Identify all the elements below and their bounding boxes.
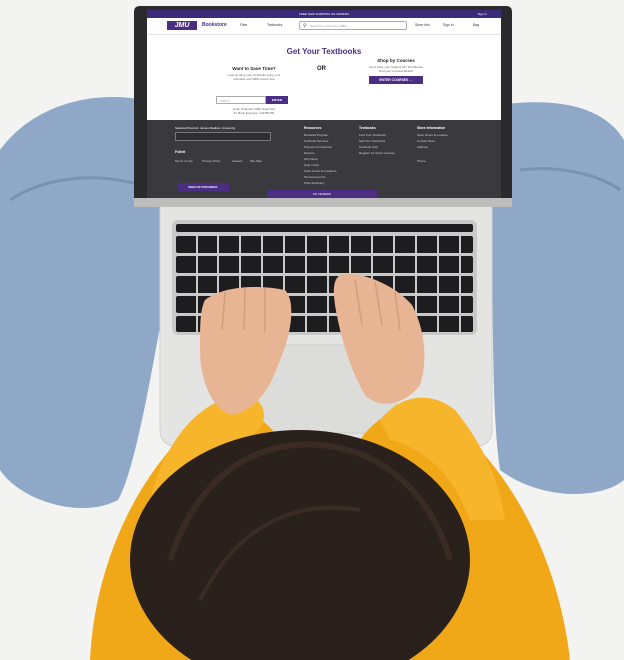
shop-courses-sub-2: Find your Courses Below! <box>378 69 414 73</box>
nav-sign-in[interactable]: Sign In <box>443 23 454 27</box>
footer-col2-item[interactable]: Sell Your Textbooks <box>359 139 385 143</box>
footer-col3-title: Store Information <box>417 126 446 130</box>
footer-col3-item[interactable]: Contact Store <box>417 139 435 143</box>
isbn-note-2: for Book Example: 123456789 <box>233 111 275 115</box>
footer-col1-item[interactable]: Returns <box>304 151 315 155</box>
promo-bar: FREE SHIP SHIPPING ON ORDERS Sign In <box>147 10 501 18</box>
footer-col1-item[interactable]: Help / FAQ <box>304 163 319 167</box>
footer-col1-item[interactable]: Tax Exempt Info <box>304 175 326 179</box>
nav-textbooks[interactable]: Textbooks <box>267 23 282 27</box>
brand-name[interactable]: Bookstore <box>202 22 227 28</box>
hero-title: Get Your Textbooks <box>286 47 362 56</box>
laptop-hinge <box>134 198 512 207</box>
signup-email-button[interactable]: SIGN UP FOR EMAIL <box>177 183 229 191</box>
footer-col2-title: Textbooks <box>359 126 376 130</box>
promo-text: FREE SHIP SHIPPING ON ORDERS <box>299 12 349 16</box>
footer-col1-item[interactable]: Rewards Program <box>304 133 328 137</box>
footer-col1-item[interactable]: Store Hours & Locations <box>304 169 337 173</box>
footer-col1-title: Resources <box>304 126 322 130</box>
footer-select-label: Selected Precinct: James Madison Univers… <box>175 126 236 130</box>
footer-col1-item[interactable]: Price Matching <box>304 181 324 185</box>
nav-files[interactable]: Files <box>240 23 247 27</box>
footer-col3-item: Address <box>417 145 429 149</box>
follett-logo: Follett <box>175 150 186 154</box>
footer-col1-item[interactable]: Gift Cards <box>304 157 318 161</box>
jmu-logo[interactable]: JMU <box>167 21 197 30</box>
account-link[interactable]: Sign In <box>478 10 487 18</box>
site-navbar: JMU Bookstore Files Textbooks ⚲ Search b… <box>147 18 501 35</box>
nav-bag[interactable]: Bag <box>473 23 479 27</box>
footer-link-privacy[interactable]: Privacy Policy <box>202 159 221 163</box>
enter-courses-button[interactable]: ENTER COURSES → <box>369 76 423 84</box>
footer-col3-item: Phone <box>417 159 426 163</box>
save-time-title: Want to Save Time? <box>232 66 276 71</box>
store-select[interactable] <box>175 132 271 141</box>
search-icon: ⚲ <box>303 23 307 29</box>
laptop-screen: FREE SHIP SHIPPING ON ORDERS Sign In JMU… <box>147 10 501 198</box>
footer-col1-item[interactable]: Payment & Financial <box>304 145 332 149</box>
my-orders-bar[interactable]: MY ORDERS <box>267 190 377 198</box>
footer-col1-item[interactable]: Textbook Services <box>304 139 328 143</box>
footer-col2-item[interactable]: Find Your Textbooks <box>359 133 386 137</box>
save-time-sub-2: schedule and ISBN search tool <box>233 77 275 81</box>
footer-link-sitemap[interactable]: Site Map <box>250 159 262 163</box>
nav-store-info[interactable]: Store Info <box>415 23 430 27</box>
shop-courses-title: Shop by Courses <box>377 58 415 63</box>
footer-col3-item[interactable]: Store Hours & Location <box>417 133 448 137</box>
footer-link-terms[interactable]: Terms of Use <box>175 159 193 163</box>
search-input[interactable]: ⚲ Search by keyword or ISBN <box>299 21 407 30</box>
footer-link-careers[interactable]: Careers <box>232 159 243 163</box>
footer-col2-item[interactable]: Register for Class Courses <box>359 151 395 155</box>
or-divider: OR <box>317 66 326 72</box>
footer-col2-item[interactable]: Textbook FAQ <box>359 145 378 149</box>
enter-button[interactable]: ENTER <box>266 96 288 104</box>
search-placeholder: Search by keyword or ISBN <box>310 24 347 28</box>
isbn-input[interactable]: ISBN # <box>216 96 266 104</box>
